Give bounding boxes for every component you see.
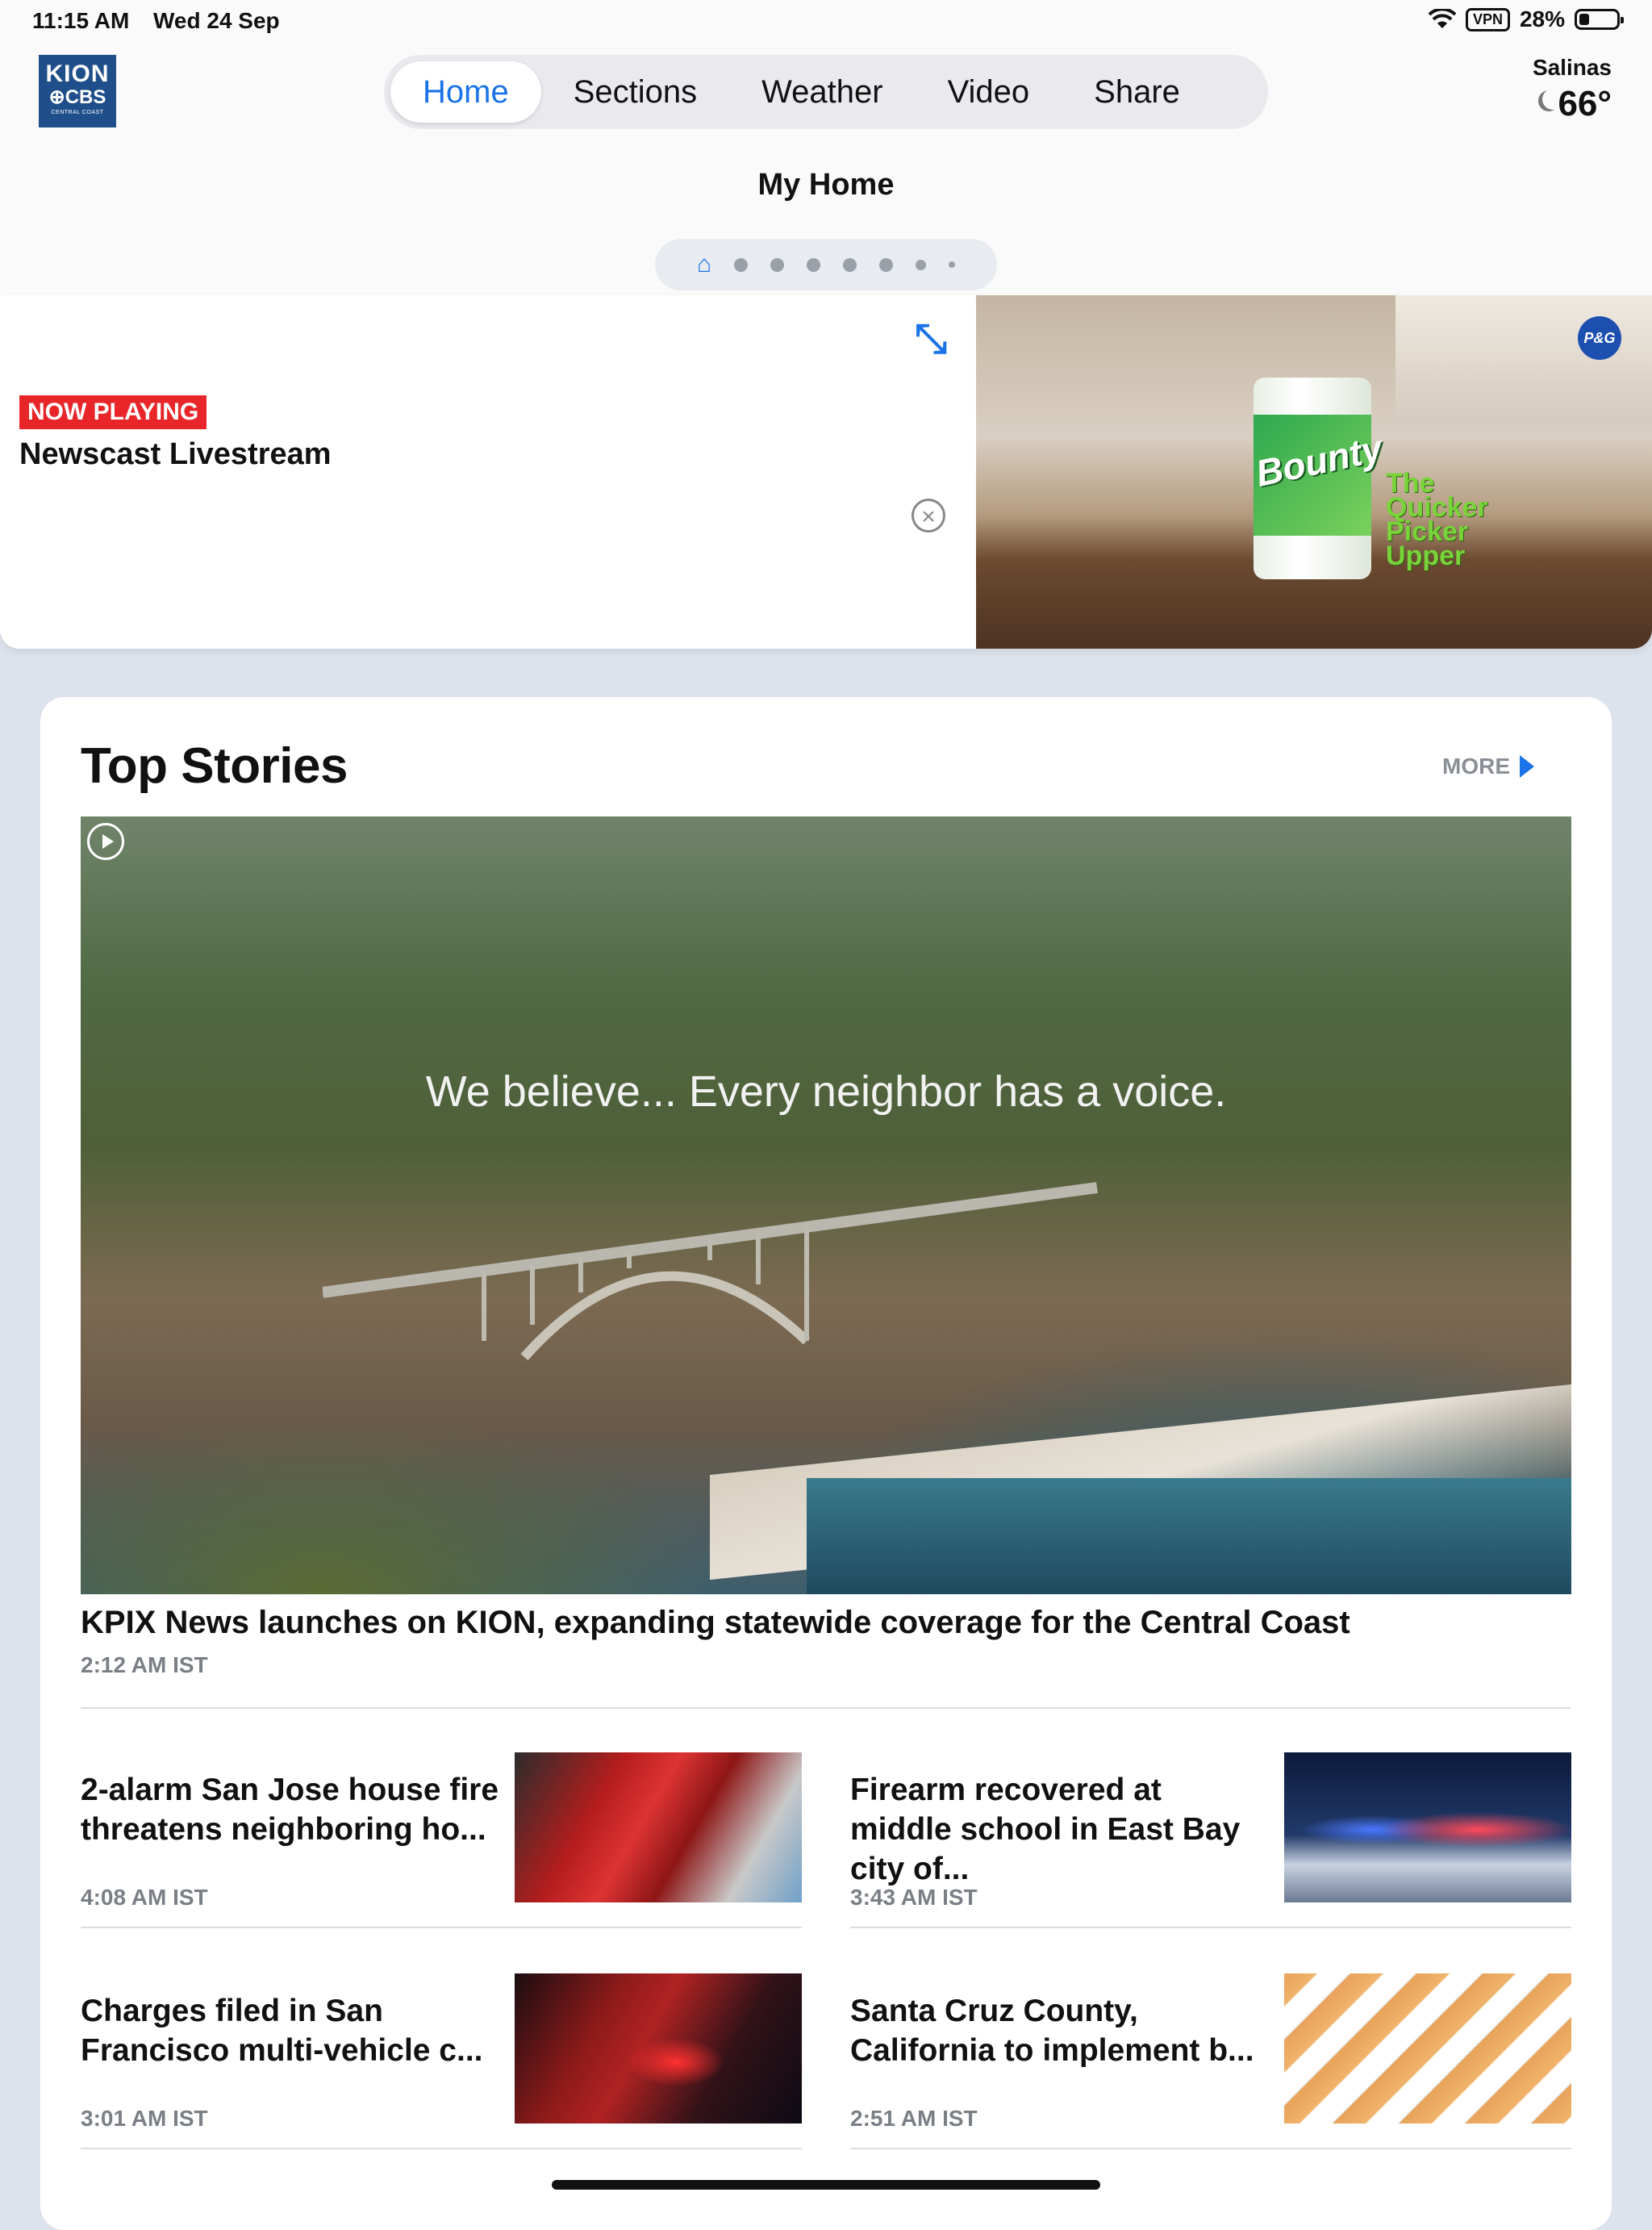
wifi-icon (1428, 9, 1456, 28)
hero-overlay-text: We believe... Every neighbor has a voice… (425, 1067, 1227, 1116)
moon-icon (1542, 89, 1563, 110)
page-title: My Home (757, 168, 895, 202)
page-dot[interactable] (734, 257, 749, 272)
story-thumbnail[interactable] (515, 1752, 802, 1902)
ocean-area (807, 1478, 1571, 1594)
weather-widget[interactable]: Salinas 66° (1533, 55, 1612, 124)
now-playing-badge: NOW PLAYING (19, 395, 207, 429)
hero-video-image[interactable]: We believe... Every neighbor has a voice… (81, 816, 1571, 1594)
status-date: Wed 24 Sep (153, 8, 280, 33)
page-dot[interactable] (807, 257, 821, 272)
tab-video[interactable]: Video (916, 61, 1062, 123)
ad-slogan: The Quicker Picker Upper (1386, 470, 1488, 571)
story-card[interactable]: Santa Cruz County, California to impleme… (850, 1973, 1571, 2131)
logo-cbs: ⊕CBS (48, 86, 106, 108)
logo-kion: KION (45, 61, 110, 87)
home-icon[interactable]: ⌂ (697, 251, 711, 278)
story-timestamp: 4:08 AM IST (81, 1885, 208, 1910)
page-dot[interactable] (949, 261, 956, 268)
play-icon[interactable] (87, 823, 124, 860)
nav-tabs: Home Sections Weather Video Share (384, 55, 1268, 129)
divider (81, 1707, 1571, 1709)
divider (850, 1927, 1571, 1928)
status-time: 11:15 AM (32, 8, 130, 33)
section-heading: Top Stories (81, 738, 348, 794)
divider (850, 2148, 1571, 2149)
status-right: VPN 28% (1428, 6, 1624, 32)
story-thumbnail[interactable] (1284, 1752, 1571, 1902)
mini-player[interactable]: NOW PLAYING Newscast Livestream ⤡ × Boun… (0, 295, 1652, 649)
more-label: MORE (1442, 754, 1510, 779)
page-dot[interactable] (770, 257, 785, 272)
chevron-right-icon (1520, 755, 1534, 778)
weather-city: Salinas (1532, 55, 1612, 80)
page-indicator[interactable]: ⌂ (655, 239, 997, 290)
ad-background (1395, 295, 1652, 424)
story-card[interactable]: Firearm recovered at middle school in Ea… (850, 1752, 1571, 1910)
status-bar: 11:15 AM Wed 24 Sep VPN 28% (0, 0, 1652, 45)
vpn-badge: VPN (1465, 7, 1510, 31)
tab-weather[interactable]: Weather (729, 61, 915, 123)
divider (81, 1927, 802, 1928)
player-title[interactable]: Newscast Livestream (19, 437, 332, 472)
station-logo[interactable]: KION ⊕CBS CENTRAL COAST (39, 55, 116, 127)
story-headline[interactable]: Firearm recovered at middle school in Ea… (850, 1770, 1270, 1889)
story-timestamp: 3:43 AM IST (850, 1885, 978, 1910)
ad-slogan-line: Upper (1386, 541, 1466, 571)
ad-sponsor-logo: P&G (1578, 316, 1621, 360)
story-timestamp: 3:01 AM IST (81, 2106, 208, 2131)
story-thumbnail[interactable] (515, 1973, 802, 2124)
story-card[interactable]: 2-alarm San Jose house fire threatens ne… (81, 1752, 802, 1910)
story-thumbnail[interactable] (1284, 1973, 1571, 2124)
ad-banner[interactable]: Bounty The Quicker Picker Upper P&G (976, 295, 1652, 649)
story-headline[interactable]: Santa Cruz County, California to impleme… (850, 1991, 1270, 2070)
page-dot[interactable] (879, 257, 894, 272)
more-link[interactable]: MORE (1442, 754, 1534, 779)
hero-headline[interactable]: KPIX News launches on KION, expanding st… (81, 1605, 1350, 1641)
tab-share[interactable]: Share (1062, 61, 1212, 123)
close-icon[interactable]: × (912, 499, 945, 532)
top-stories-card: Top Stories MORE We believe... Every nei… (40, 697, 1612, 2230)
tab-sections[interactable]: Sections (541, 61, 729, 123)
page-dot[interactable] (916, 259, 927, 270)
battery-level (1579, 14, 1590, 25)
story-headline[interactable]: Charges filed in San Francisco multi-veh… (81, 1991, 500, 2070)
story-timestamp: 2:51 AM IST (850, 2106, 978, 2131)
bridge-illustration (323, 1182, 1098, 1361)
home-indicator[interactable] (552, 2180, 1100, 2190)
logo-tagline: CENTRAL COAST (51, 110, 104, 115)
story-headline[interactable]: 2-alarm San Jose house fire threatens ne… (81, 1770, 500, 1849)
divider (81, 2148, 802, 2149)
battery-percent: 28% (1519, 6, 1565, 31)
page-dot[interactable] (843, 257, 857, 272)
hero-timestamp: 2:12 AM IST (81, 1652, 208, 1677)
battery-icon (1575, 9, 1624, 30)
tab-home[interactable]: Home (390, 61, 541, 123)
story-card[interactable]: Charges filed in San Francisco multi-veh… (81, 1973, 802, 2131)
expand-icon[interactable]: ⤡ (915, 315, 947, 362)
